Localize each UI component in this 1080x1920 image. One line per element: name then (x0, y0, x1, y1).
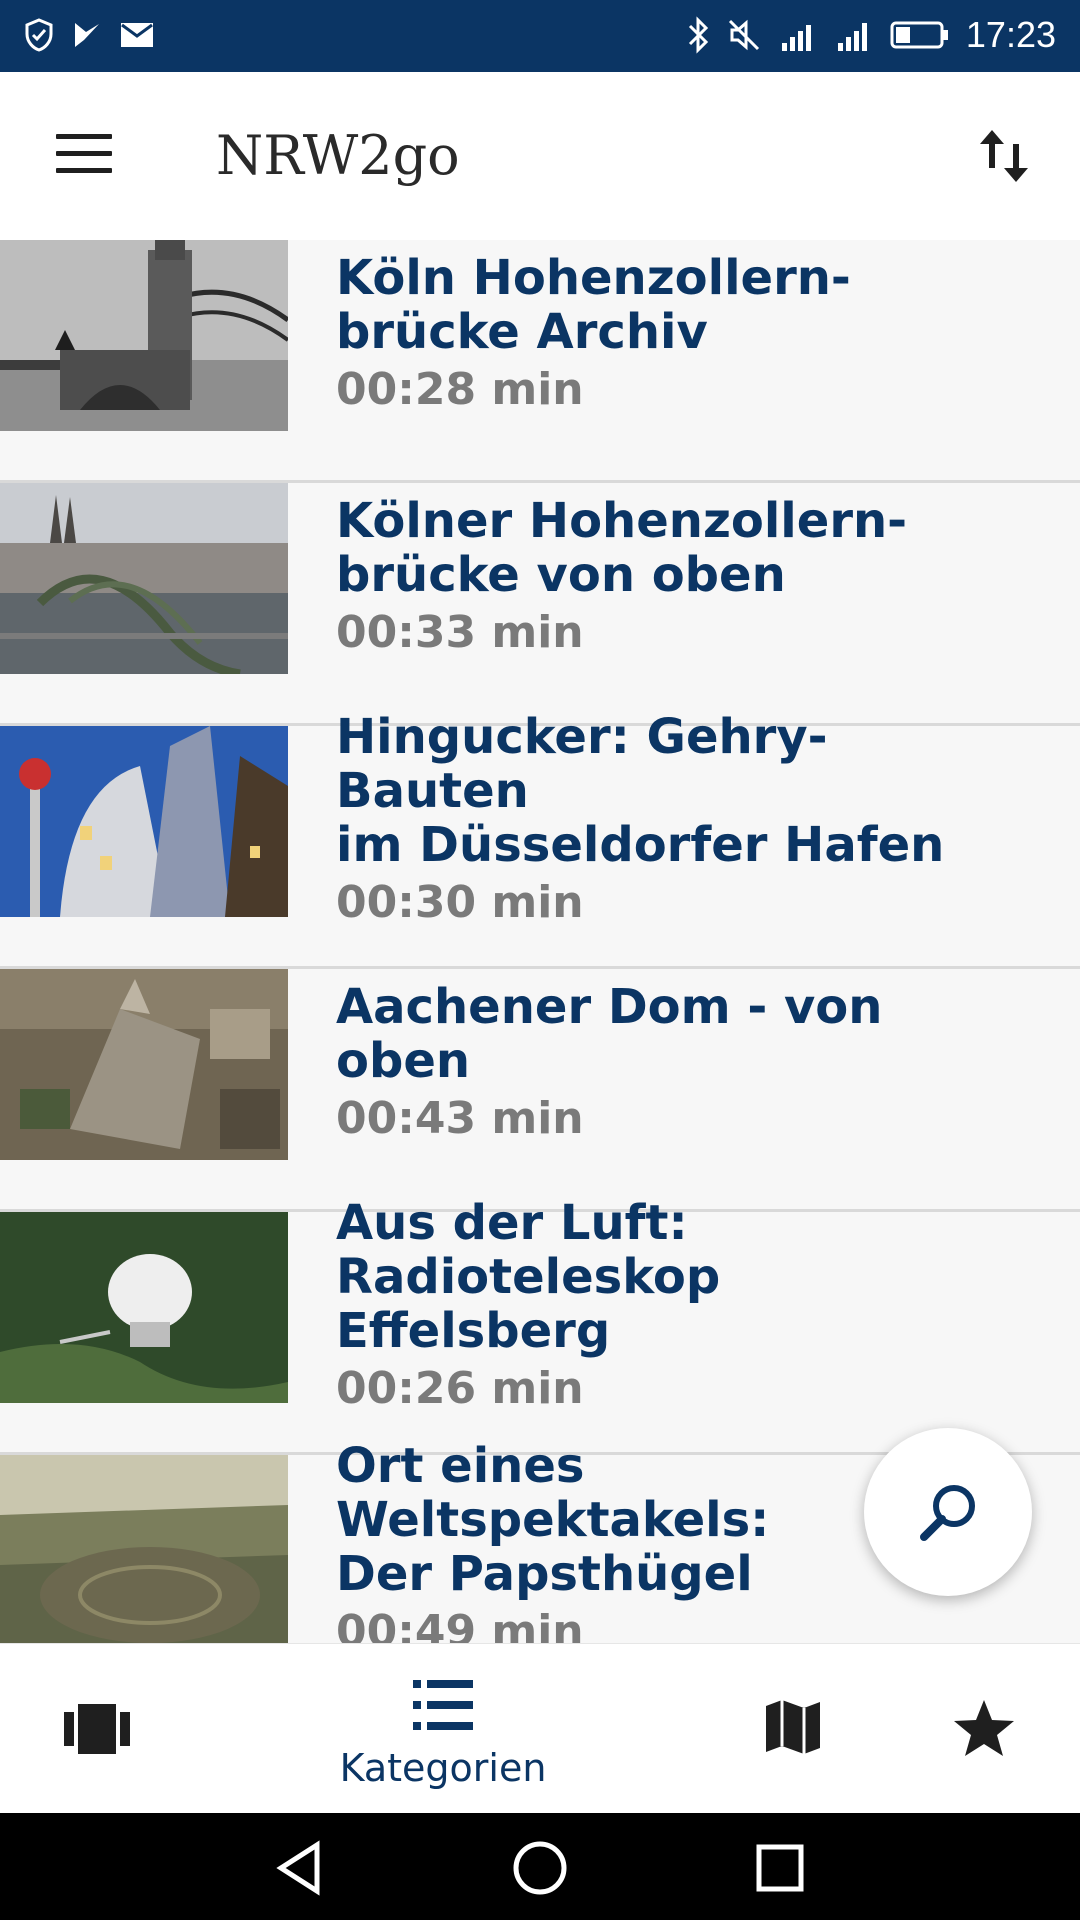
list-item[interactable]: Kölner Hohenzollern- brücke von oben 00:… (0, 483, 1080, 726)
status-time: 17:23 (965, 14, 1056, 55)
video-info: Köln Hohenzollern- brücke Archiv 00:28 m… (336, 240, 976, 431)
list-item[interactable]: Aachener Dom - von oben 00:43 min (0, 969, 1080, 1212)
signal-icon (781, 23, 867, 51)
system-navigation-bar (0, 1813, 1080, 1920)
video-thumbnail (0, 483, 288, 674)
search-fab[interactable] (864, 1428, 1032, 1596)
video-info: Aachener Dom - von oben 00:43 min (336, 969, 976, 1160)
video-duration: 00:30 min (336, 876, 584, 928)
video-thumbnail (0, 1212, 288, 1403)
menu-icon-bar (56, 168, 112, 173)
video-info: Hingucker: Gehry-Bauten im Düsseldorfer … (336, 710, 976, 928)
sort-icon (980, 130, 1028, 182)
bottom-navigation: Kategorien (0, 1643, 1080, 1813)
video-duration: 00:26 min (336, 1362, 584, 1414)
video-title: Aus der Luft: Radioteleskop Effelsberg (336, 1194, 721, 1359)
battery-icon (890, 21, 948, 49)
back-icon (276, 1840, 320, 1896)
status-bar: 17:23 (0, 0, 1080, 72)
video-thumbnail (0, 1455, 288, 1643)
nav-label: Kategorien (339, 1746, 547, 1790)
list-icon (413, 1680, 473, 1730)
mail-icon (121, 23, 153, 47)
video-title: Hingucker: Gehry-Bauten im Düsseldorfer … (336, 708, 945, 873)
carousel-icon (64, 1704, 130, 1754)
nav-carousel[interactable] (50, 1644, 170, 1814)
app-title: NRW2go (216, 124, 460, 187)
video-duration: 00:33 min (336, 606, 584, 658)
bluetooth-icon (688, 16, 709, 54)
mute-icon (728, 19, 759, 51)
sort-button[interactable] (972, 124, 1036, 188)
video-thumbnail (0, 969, 288, 1160)
nav-kategorien[interactable]: Kategorien (333, 1644, 553, 1814)
star-icon (954, 1700, 1014, 1756)
list-item[interactable]: Hingucker: Gehry-Bauten im Düsseldorfer … (0, 710, 1080, 969)
video-duration: 00:28 min (336, 363, 584, 415)
menu-button[interactable] (56, 134, 112, 178)
menu-icon-bar (56, 134, 112, 139)
list-item[interactable]: Aus der Luft: Radioteleskop Effelsberg 0… (0, 1196, 1080, 1455)
home-icon (513, 1841, 567, 1895)
nav-map[interactable] (740, 1644, 850, 1814)
video-info: Aus der Luft: Radioteleskop Effelsberg 0… (336, 1196, 976, 1414)
list-item[interactable]: Köln Hohenzollern- brücke Archiv 00:28 m… (0, 240, 1080, 483)
status-left-icons (24, 18, 154, 52)
video-thumbnail (0, 726, 288, 917)
check-flag-icon (75, 23, 99, 47)
map-icon (766, 1700, 820, 1754)
recents-icon (756, 1844, 804, 1892)
back-button[interactable] (265, 1833, 335, 1903)
video-duration: 00:49 min (336, 1605, 584, 1644)
video-title: Köln Hohenzollern- brücke Archiv (336, 249, 851, 360)
home-button[interactable] (505, 1833, 575, 1903)
search-icon (920, 1485, 975, 1541)
status-right-icons: 17:23 (686, 14, 1056, 56)
video-thumbnail (0, 240, 288, 431)
video-duration: 00:43 min (336, 1092, 584, 1144)
video-info: Kölner Hohenzollern- brücke von oben 00:… (336, 483, 976, 674)
video-title: Aachener Dom - von oben (336, 978, 883, 1089)
recents-button[interactable] (745, 1833, 815, 1903)
menu-icon-bar (56, 151, 112, 156)
app-bar: NRW2go (0, 72, 1080, 240)
shield-icon (25, 18, 53, 52)
nav-favorites[interactable] (930, 1644, 1040, 1814)
video-title: Kölner Hohenzollern- brücke von oben (336, 492, 908, 603)
